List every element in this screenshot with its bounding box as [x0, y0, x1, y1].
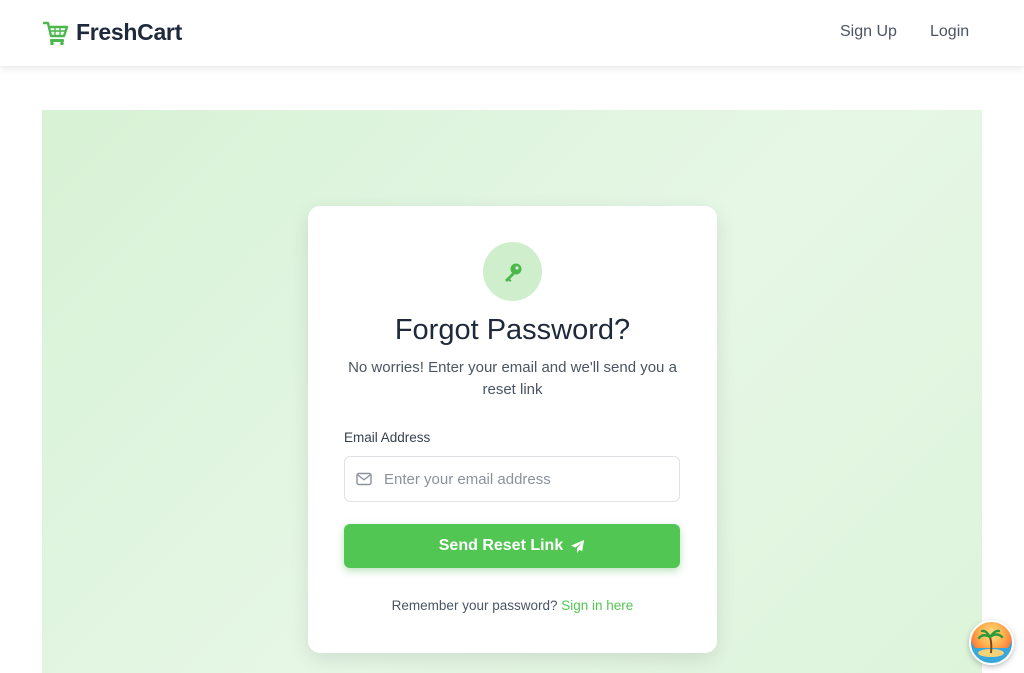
page-subtitle: No worries! Enter your email and we'll s… [348, 359, 677, 398]
beach-avatar-icon [971, 629, 1012, 663]
email-label: Email Address [344, 430, 431, 445]
email-field-wrapper[interactable] [344, 456, 680, 502]
page-title: Forgot Password? [394, 314, 631, 346]
floating-avatar-button[interactable] [969, 620, 1014, 665]
send-reset-link-button[interactable]: Send Reset Link [344, 524, 680, 568]
nav-signup-link[interactable]: Sign Up [840, 23, 897, 41]
forgot-password-card: Forgot Password? No worries! Enter your … [308, 206, 717, 653]
signin-prompt-text: Remember your password? [391, 598, 558, 613]
email-input[interactable] [382, 457, 672, 501]
send-reset-link-label: Send Reset Link [438, 537, 564, 554]
brand-name: FreshCart [76, 19, 182, 45]
signin-link[interactable]: Sign in here [561, 598, 633, 613]
envelope-icon [356, 472, 372, 486]
cart-icon [43, 21, 69, 45]
paper-plane-icon [571, 539, 585, 553]
key-icon [504, 263, 521, 282]
key-badge [483, 242, 542, 301]
top-navbar: FreshCart Sign Up Login [0, 0, 1024, 66]
nav-login-link[interactable]: Login [930, 23, 969, 41]
brand-logo-link[interactable]: FreshCart [43, 19, 182, 46]
signin-prompt: Remember your password? Sign in here [308, 598, 717, 613]
